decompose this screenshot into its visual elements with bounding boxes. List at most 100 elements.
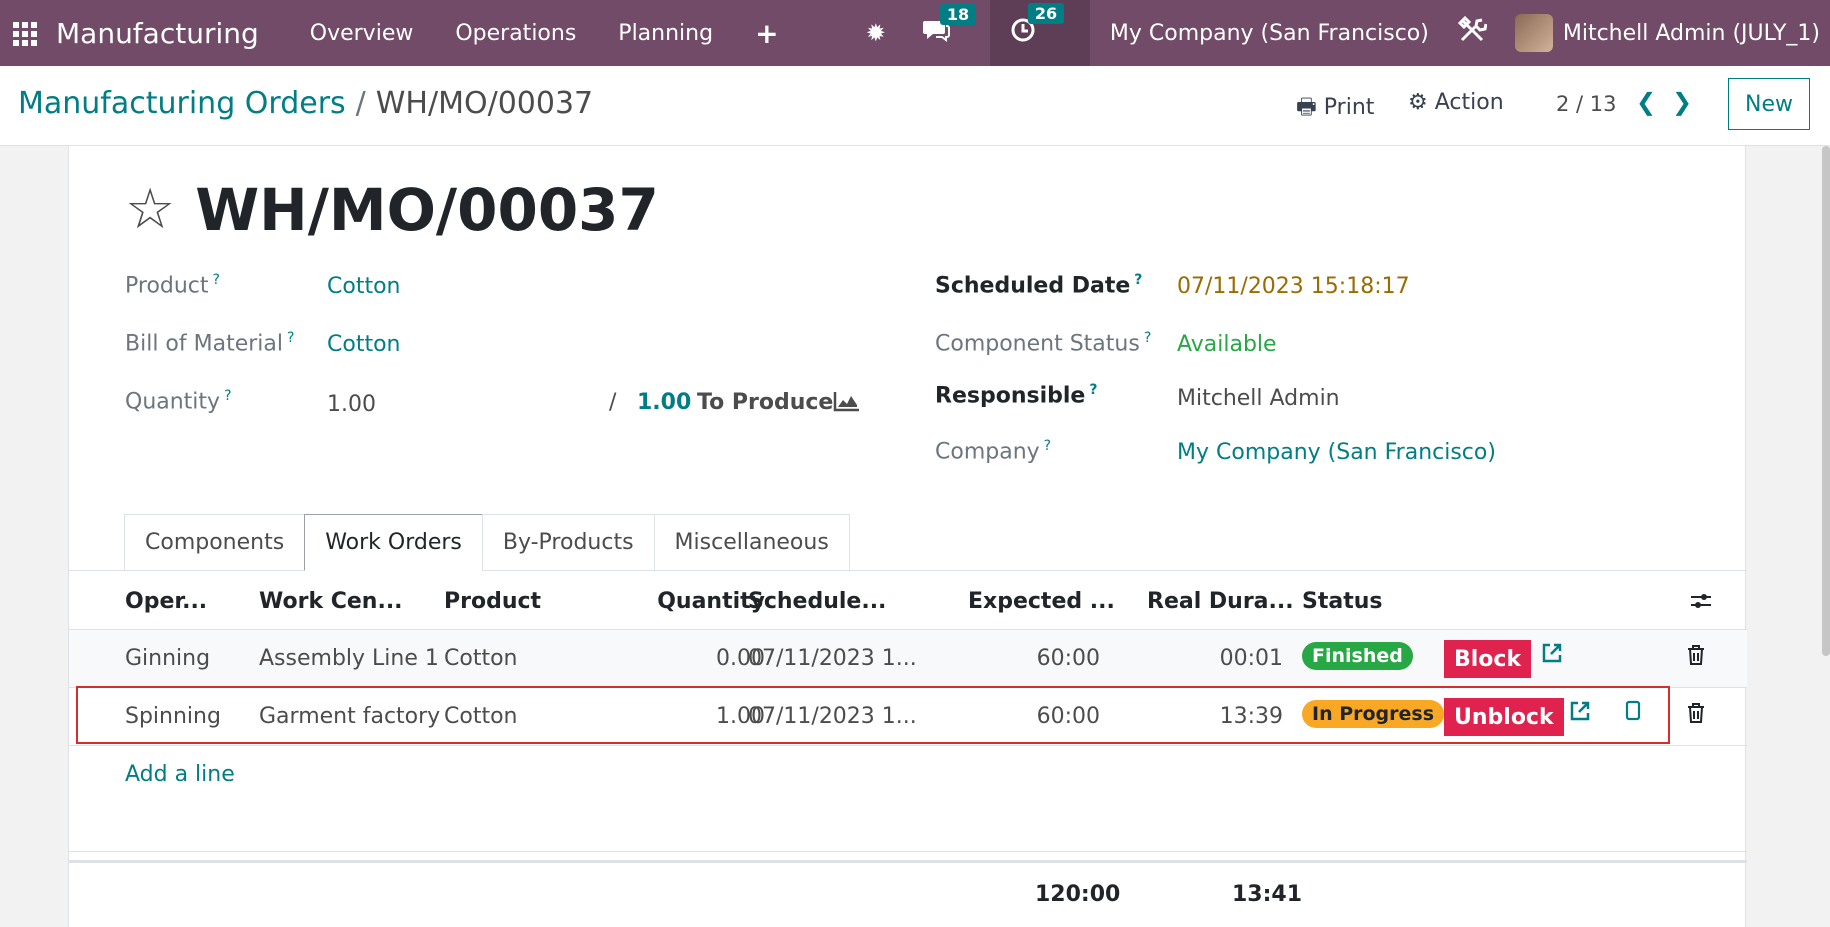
quantity-slash: / <box>609 390 617 415</box>
product-label: Product? <box>125 272 220 299</box>
notebook-tabs: Components Work Orders By-Products Misce… <box>124 514 850 571</box>
responsible-label: Responsible? <box>935 382 1098 409</box>
bom-field[interactable]: Cotton <box>327 332 400 357</box>
app-brand[interactable]: Manufacturing <box>56 17 259 50</box>
bom-label: Bill of Material? <box>125 330 295 357</box>
printer-icon: 🖶 <box>1296 95 1317 120</box>
row-real-duration: 00:01 <box>1219 646 1283 671</box>
empty-row <box>69 802 1747 852</box>
row-scheduled: 07/11/2023 1... <box>748 704 917 729</box>
row-expected: 60:00 <box>1036 704 1100 729</box>
quantity-label: Quantity? <box>125 388 232 415</box>
tab-by-products[interactable]: By-Products <box>481 514 654 571</box>
menu-planning[interactable]: Planning <box>618 21 713 46</box>
row-operation: Spinning <box>125 704 221 729</box>
plus-icon[interactable]: + <box>755 17 778 50</box>
activities-badge: 26 <box>1027 3 1065 24</box>
tab-miscellaneous[interactable]: Miscellaneous <box>653 514 850 571</box>
component-status-label: Component Status? <box>935 330 1152 357</box>
column-scheduled[interactable]: Schedule... <box>748 589 886 614</box>
component-status-field: Available <box>1177 332 1277 357</box>
unblock-button[interactable]: Unblock <box>1444 698 1564 736</box>
column-quantity[interactable]: Quantity <box>643 589 765 614</box>
external-link-icon[interactable] <box>1541 642 1563 670</box>
trash-icon[interactable] <box>1687 702 1705 730</box>
row-scheduled: 07/11/2023 1... <box>748 646 917 671</box>
row-expected: 60:00 <box>1036 646 1100 671</box>
product-field[interactable]: Cotton <box>327 274 400 299</box>
column-status[interactable]: Status <box>1302 589 1382 614</box>
scheduled-date-field[interactable]: 07/11/2023 15:18:17 <box>1177 274 1410 299</box>
chevron-right-icon[interactable]: ❯ <box>1672 88 1692 116</box>
column-expected[interactable]: Expected ... <box>968 589 1115 614</box>
star-icon[interactable]: ☆ <box>125 182 175 238</box>
row-operation: Ginning <box>125 646 211 671</box>
breadcrumb-parent[interactable]: Manufacturing Orders <box>18 86 346 121</box>
row-product: Cotton <box>444 646 518 671</box>
scrollbar[interactable] <box>1822 146 1830 656</box>
column-real-duration[interactable]: Real Dura... <box>1147 589 1294 614</box>
optional-columns-icon[interactable] <box>1689 589 1713 619</box>
avatar[interactable] <box>1514 14 1553 52</box>
tools-icon[interactable] <box>1457 15 1488 52</box>
table-row[interactable]: Spinning Garment factory Cotton 1.00 07/… <box>69 688 1747 746</box>
company-label: Company? <box>935 438 1052 465</box>
chevron-left-icon[interactable]: ❮ <box>1636 88 1656 116</box>
print-label: Print <box>1323 95 1375 120</box>
external-link-icon[interactable] <box>1569 700 1591 728</box>
messages-badge: 18 <box>939 4 977 25</box>
tablet-icon[interactable] <box>1625 700 1641 728</box>
company-field[interactable]: My Company (San Francisco) <box>1177 440 1496 465</box>
bug-icon[interactable]: ✹ <box>866 19 886 47</box>
status-badge: Finished <box>1302 642 1413 670</box>
row-product: Cotton <box>444 704 518 729</box>
breadcrumb: Manufacturing Orders / WH/MO/00037 <box>18 86 593 121</box>
column-work-center[interactable]: Work Cen... <box>259 589 403 614</box>
pager-value[interactable]: 2 / 13 <box>1556 92 1617 116</box>
tab-components[interactable]: Components <box>124 514 305 571</box>
new-button[interactable]: New <box>1728 78 1810 130</box>
column-product[interactable]: Product <box>444 589 541 614</box>
apps-grid-icon[interactable] <box>10 19 38 47</box>
area-chart-icon[interactable] <box>833 390 861 418</box>
control-panel: Manufacturing Orders / WH/MO/00037 🖶 Print… <box>0 66 1830 146</box>
total-expected: 120:00 <box>1035 882 1121 907</box>
quantity-field[interactable]: 1.00 <box>327 392 376 417</box>
gear-icon: ⚙ <box>1408 90 1428 115</box>
block-button[interactable]: Block <box>1444 640 1532 678</box>
help-icon[interactable]: ? <box>1134 272 1142 288</box>
to-produce-label: To Produce <box>697 390 834 415</box>
table-row[interactable]: Ginning Assembly Line 1 Cotton 0.00 07/1… <box>69 630 1747 688</box>
print-button[interactable]: 🖶 Print <box>1296 90 1374 128</box>
column-operation[interactable]: Oper... <box>125 589 207 614</box>
add-line-link[interactable]: Add a line <box>125 762 235 787</box>
clock-icon[interactable]: 26 <box>1010 3 1065 49</box>
responsible-field[interactable]: Mitchell Admin <box>1177 386 1340 411</box>
row-work-center: Assembly Line 1 <box>259 646 439 671</box>
company-switcher[interactable]: My Company (San Francisco) <box>1110 21 1429 46</box>
top-navbar: Manufacturing Overview Operations Planni… <box>0 0 1830 66</box>
record-title: WH/MO/00037 <box>195 176 659 244</box>
breadcrumb-separator: / <box>355 86 366 121</box>
row-real-duration: 13:39 <box>1219 704 1283 729</box>
help-icon[interactable]: ? <box>224 388 231 404</box>
scheduled-date-label: Scheduled Date? <box>935 272 1143 299</box>
action-label: Action <box>1434 90 1504 115</box>
help-icon[interactable]: ? <box>1044 438 1051 454</box>
action-button[interactable]: ⚙ Action <box>1408 90 1504 115</box>
table-footer-divider <box>69 860 1747 863</box>
menu-overview[interactable]: Overview <box>310 21 414 46</box>
trash-icon[interactable] <box>1687 644 1705 672</box>
help-icon[interactable]: ? <box>213 272 220 288</box>
help-icon[interactable]: ? <box>287 330 294 346</box>
help-icon[interactable]: ? <box>1089 382 1097 398</box>
menu-operations[interactable]: Operations <box>455 21 576 46</box>
activity-menu[interactable]: 26 <box>989 0 1090 66</box>
total-real-duration: 13:41 <box>1232 882 1303 907</box>
form-sheet: ☆ WH/MO/00037 Product? Cotton Bill of Ma… <box>68 146 1747 927</box>
status-badge: In Progress <box>1302 700 1445 728</box>
help-icon[interactable]: ? <box>1144 330 1151 346</box>
tab-work-orders[interactable]: Work Orders <box>304 514 482 571</box>
chat-icon[interactable]: 18 <box>922 4 977 48</box>
user-menu[interactable]: Mitchell Admin (JULY_1) <box>1563 21 1820 46</box>
